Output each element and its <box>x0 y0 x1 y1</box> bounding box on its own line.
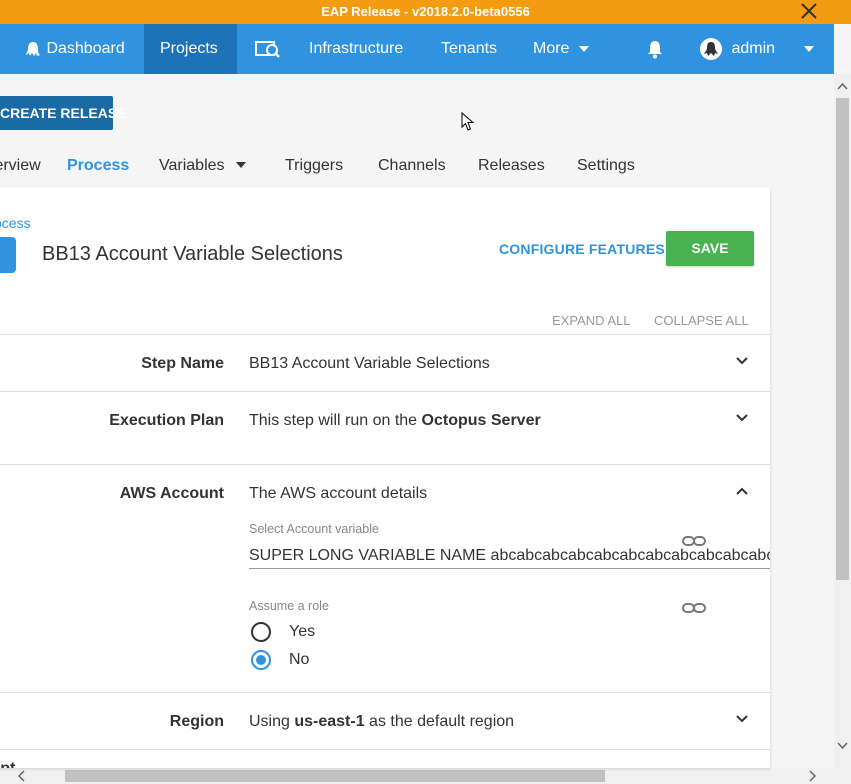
link-icon[interactable] <box>682 535 706 547</box>
nav-infrastructure-label: Infrastructure <box>309 40 404 57</box>
mouse-cursor-icon <box>461 112 475 131</box>
breadcrumb-label: Process <box>0 215 31 231</box>
notifications-button[interactable] <box>630 24 680 74</box>
chevron-up-icon[interactable] <box>734 483 750 499</box>
tab-triggers[interactable]: Triggers <box>285 150 343 182</box>
nav-more-label: More <box>533 40 570 57</box>
summary-emphasis: us-east-1 <box>294 713 365 730</box>
section-label: Execution Plan <box>109 412 224 429</box>
save-button[interactable]: SAVE <box>666 231 754 266</box>
nav-projects-label: Projects <box>160 40 218 57</box>
nav-dashboard[interactable]: Dashboard <box>8 24 141 74</box>
top-nav: Dashboard Projects Infrastructure Tenant… <box>0 24 834 74</box>
nav-tenants[interactable]: Tenants <box>425 24 513 74</box>
section-execution-plan[interactable]: Execution Plan This step will run on the… <box>0 391 770 464</box>
nav-tenants-label: Tenants <box>441 40 498 57</box>
create-release-button[interactable]: CREATE RELEASE <box>0 96 127 130</box>
configure-features-button[interactable]: CONFIGURE FEATURES <box>499 241 665 257</box>
create-release-label: CREATE RELEASE <box>0 105 127 121</box>
close-icon[interactable] <box>799 1 819 21</box>
breadcrumb[interactable]: Process <box>0 215 31 231</box>
caret-down-icon <box>235 162 246 168</box>
tab-channels-label: Channels <box>378 157 446 174</box>
aws-step-icon <box>0 237 16 273</box>
select-underline <box>249 568 770 569</box>
library-search-icon <box>255 40 280 58</box>
tab-releases[interactable]: Releases <box>478 150 545 182</box>
chevron-down-icon[interactable] <box>734 353 750 369</box>
horizontal-scrollbar[interactable] <box>0 768 851 784</box>
tab-process-label: Process <box>67 157 130 174</box>
tab-settings[interactable]: Settings <box>577 150 635 182</box>
tab-channels[interactable]: Channels <box>378 150 446 182</box>
chevron-down-icon[interactable] <box>734 410 750 426</box>
vertical-scroll-thumb[interactable] <box>836 98 849 580</box>
section-label: Region <box>169 713 224 730</box>
section-label: Script <box>0 760 15 768</box>
tab-variables[interactable]: Variables <box>159 150 247 182</box>
nav-dashboard-label: Dashboard <box>46 40 125 57</box>
select-account-label: Select Account variable <box>249 522 379 536</box>
tab-overview[interactable]: Overview <box>0 150 41 182</box>
caret-down-icon <box>804 45 815 52</box>
radio-yes-label[interactable]: Yes <box>289 623 315 641</box>
summary-text: This step will run on the <box>249 412 422 429</box>
scroll-right-icon[interactable] <box>804 768 820 784</box>
tab-process[interactable]: Process <box>67 150 129 182</box>
scroll-up-icon[interactable] <box>834 78 851 95</box>
nav-infrastructure[interactable]: Infrastructure <box>293 24 419 74</box>
octopus-icon <box>26 41 40 56</box>
section-aws-account: AWS Account The AWS account details Sele… <box>0 464 770 692</box>
collapse-all-button[interactable]: COLLAPSE ALL <box>654 313 749 328</box>
section-label: Step Name <box>141 355 224 372</box>
link-icon[interactable] <box>682 602 706 614</box>
section-label: AWS Account <box>119 485 224 502</box>
scroll-down-icon[interactable] <box>834 737 851 754</box>
section-step-name[interactable]: Step Name BB13 Account Variable Selectio… <box>0 334 770 391</box>
user-name: admin <box>731 40 776 57</box>
horizontal-scroll-thumb[interactable] <box>65 770 605 782</box>
vertical-scrollbar[interactable] <box>834 74 851 768</box>
page-title: BB13 Account Variable Selections <box>42 243 343 265</box>
section-summary: This step will run on the Octopus Server <box>249 412 541 430</box>
nav-more[interactable]: More <box>517 24 606 74</box>
tab-overview-label: Overview <box>0 157 41 174</box>
tab-settings-label: Settings <box>577 157 635 174</box>
tab-variables-label: Variables <box>159 157 225 174</box>
eap-release-banner: EAP Release - v2018.2.0-beta0556 <box>0 0 851 24</box>
caret-down-icon <box>578 45 589 52</box>
summary-text: Using <box>249 713 295 730</box>
summary-text: as the default region <box>364 713 515 730</box>
radio-no-label[interactable]: No <box>289 651 309 669</box>
tab-triggers-label: Triggers <box>285 157 344 174</box>
eap-release-text: EAP Release - v2018.2.0-beta0556 <box>321 4 530 19</box>
section-script[interactable]: Script <box>0 749 770 768</box>
account-variable-select[interactable]: SUPER LONG VARIABLE NAME abcabcabcabcabc… <box>249 547 770 565</box>
section-summary: BB13 Account Variable Selections <box>249 355 490 372</box>
section-summary: Using us-east-1 as the default region <box>249 713 514 731</box>
scroll-left-icon[interactable] <box>14 768 30 784</box>
bell-icon <box>648 40 662 59</box>
step-editor-card: Process BB13 Account Variable Selections… <box>0 187 770 768</box>
avatar-icon <box>700 37 722 60</box>
chevron-down-icon[interactable] <box>734 711 750 727</box>
radio-no[interactable] <box>251 650 271 670</box>
nav-projects[interactable]: Projects <box>144 24 237 74</box>
radio-yes[interactable] <box>251 622 271 642</box>
summary-emphasis: Octopus Server <box>421 412 541 429</box>
assume-role-label: Assume a role <box>249 599 329 613</box>
tab-releases-label: Releases <box>478 157 545 174</box>
section-region[interactable]: Region Using us-east-1 as the default re… <box>0 692 770 749</box>
section-summary: The AWS account details <box>249 485 428 502</box>
nav-library[interactable] <box>238 24 298 74</box>
user-menu[interactable]: admin <box>683 24 831 74</box>
expand-all-button[interactable]: EXPAND ALL <box>552 313 631 328</box>
